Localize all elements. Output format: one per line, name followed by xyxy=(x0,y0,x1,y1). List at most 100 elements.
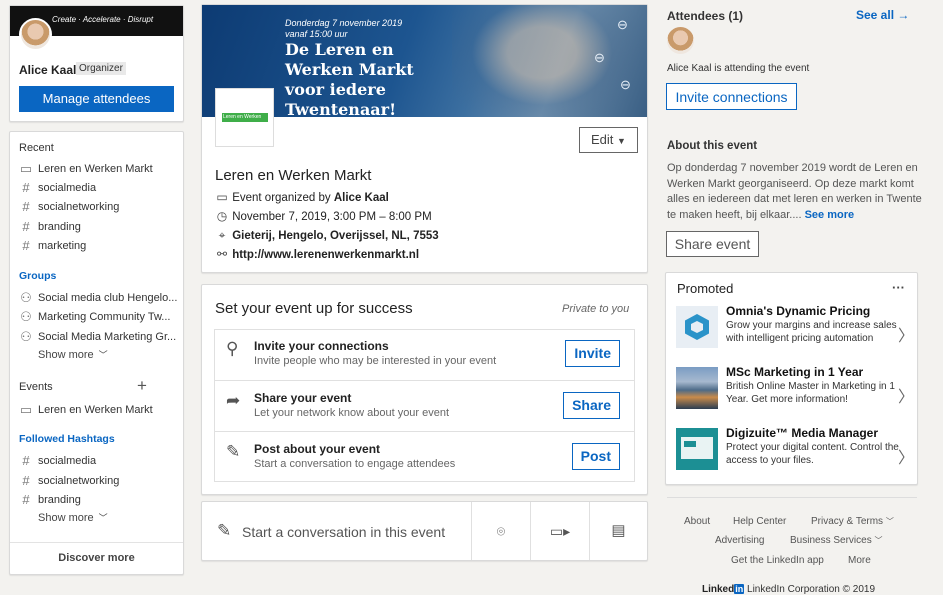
video-button[interactable]: ▭▸ xyxy=(530,502,589,560)
footer-about[interactable]: About xyxy=(684,516,710,527)
profile-name[interactable]: Alice Kaal xyxy=(19,63,76,77)
footer-help[interactable]: Help Center xyxy=(733,516,786,527)
linkedin-logo: Linkedin xyxy=(702,584,745,595)
document-icon: ▤ xyxy=(611,522,626,539)
more-options-icon[interactable]: ··· xyxy=(892,280,905,295)
recent-item[interactable]: # marketing xyxy=(19,238,86,253)
edit-label: Edit xyxy=(591,132,614,147)
show-more-groups[interactable]: Show more ﹀ xyxy=(38,348,108,361)
edit-icon: ✎ xyxy=(217,521,232,540)
footer-advertising[interactable]: Advertising xyxy=(715,535,764,546)
hashtag-item[interactable]: # branding xyxy=(19,492,81,507)
hashtags-heading[interactable]: Followed Hashtags xyxy=(19,433,115,445)
banner-headline-line: De Leren en xyxy=(285,40,394,59)
recent-item-label: socialnetworking xyxy=(38,200,120,213)
footer-more[interactable]: More xyxy=(848,555,871,566)
hashtag-item[interactable]: # socialnetworking xyxy=(19,473,119,488)
attending-text: Alice Kaal is attending the event xyxy=(667,63,810,74)
chevron-down-icon: ﹀ xyxy=(98,350,108,360)
task-subtitle: Invite people who may be interested in y… xyxy=(254,355,497,367)
hashtag-item-label: socialmedia xyxy=(38,454,97,467)
link-icon: ⚯ xyxy=(216,247,228,261)
share-button[interactable]: Share xyxy=(563,392,620,419)
group-icon: ⚇ xyxy=(20,309,32,324)
attendees-title: Attendees (1) xyxy=(667,9,744,23)
arrow-right-icon: → xyxy=(897,8,910,22)
composer-placeholder: Start a conversation in this event xyxy=(242,524,446,540)
avatar[interactable] xyxy=(19,18,52,51)
show-more-hashtags[interactable]: Show more ﹀ xyxy=(38,511,108,524)
chevron-down-icon: ﹀ xyxy=(98,513,108,523)
event-organizer-line: ▭ Event organized by Alice Kaal xyxy=(215,190,389,204)
event-location: Gieterij, Hengelo, Overijssel, NL, 7553 xyxy=(232,230,439,242)
share-event-button[interactable]: Share event xyxy=(666,231,759,257)
event-card: Donderdag 7 november 2019 vanaf 15:00 uu… xyxy=(201,4,648,273)
organizer-link[interactable]: Alice Kaal xyxy=(334,192,389,204)
promoted-card: Promoted ··· Omnia's Dynamic Pricing Gro… xyxy=(665,272,918,485)
clock-icon: ◷ xyxy=(216,209,228,223)
see-all-link[interactable]: See all → xyxy=(856,8,909,22)
add-person-icon: ⚲ xyxy=(226,339,239,358)
invite-button[interactable]: Invite xyxy=(565,340,620,367)
manage-attendees-button[interactable]: Manage attendees xyxy=(19,86,174,112)
attendee-avatar[interactable] xyxy=(667,27,694,54)
promo-desc: Grow your margins and increase sales wit… xyxy=(726,320,897,344)
digizuite-promo-image xyxy=(676,428,718,470)
hashtag-icon: # xyxy=(22,219,30,234)
chevron-down-icon: ﹀ xyxy=(885,517,894,526)
events-heading: Events xyxy=(19,381,53,393)
footer-privacy[interactable]: Privacy & Terms ﹀ xyxy=(811,516,894,527)
left-nav: Recent ▭ Leren en Werken Markt # socialmed… xyxy=(9,131,184,575)
privacy-note: Private to you xyxy=(562,303,630,315)
show-more-label: Show more xyxy=(38,348,94,361)
event-datetime: November 7, 2019, 3:00 PM – 8:00 PM xyxy=(232,211,432,223)
discover-more-button[interactable]: Discover more xyxy=(10,552,183,564)
digizuite-screen-bar xyxy=(684,441,696,447)
group-item[interactable]: ⚇ Social Media Marketing Gr... xyxy=(19,329,176,345)
document-button[interactable]: ▤ xyxy=(589,502,647,560)
invite-connections-button[interactable]: Invite connections xyxy=(666,83,797,110)
start-conversation-button[interactable]: ✎ Start a conversation in this event xyxy=(202,502,471,560)
setup-card: Set your event up for success Private to… xyxy=(201,284,648,495)
event-datetime-line: ◷ November 7, 2019, 3:00 PM – 8:00 PM xyxy=(215,209,432,223)
hashtag-icon: # xyxy=(22,473,30,488)
groups-heading[interactable]: Groups xyxy=(19,270,56,282)
event-url-line: ⚯ http://www.lerenenwerkenmarkt.nl xyxy=(215,247,419,261)
event-item[interactable]: ▭ Leren en Werken Markt xyxy=(19,402,153,418)
banner-date: Donderdag 7 november 2019 xyxy=(285,18,403,28)
edit-button[interactable]: Edit ▼ xyxy=(579,127,638,153)
group-item[interactable]: ⚇ Marketing Community Tw... xyxy=(19,309,170,325)
about-title: About this event xyxy=(667,140,758,152)
footer-copyright: Linkedin LinkedIn Corporation © 2019 xyxy=(702,584,875,595)
linkedin-in-icon: in xyxy=(734,584,745,594)
camera-button[interactable]: ⌾ xyxy=(471,502,530,560)
organized-prefix: Event organized by xyxy=(232,192,331,204)
post-task: ✎ Post about your event Start a conversa… xyxy=(214,431,634,482)
group-item-label: Social Media Marketing Gr... xyxy=(38,331,177,343)
task-subtitle: Let your network know about your event xyxy=(254,407,450,419)
event-item-label: Leren en Werken Markt xyxy=(38,404,153,416)
add-event-icon[interactable]: + xyxy=(137,376,147,396)
post-button[interactable]: Post xyxy=(571,443,620,470)
hashtag-item[interactable]: # socialmedia xyxy=(19,453,96,468)
group-icon: ⚇ xyxy=(20,329,32,344)
promo-title: Omnia's Dynamic Pricing xyxy=(726,304,871,318)
recent-item[interactable]: # socialnetworking xyxy=(19,199,119,214)
recent-item[interactable]: ▭ Leren en Werken Markt xyxy=(19,161,153,177)
group-item[interactable]: ⚇ Social media club Hengelo... xyxy=(19,290,177,306)
task-title: Post about your event xyxy=(254,442,381,456)
recent-item[interactable]: # socialmedia xyxy=(19,180,96,195)
share-task: ➦ Share your event Let your network know… xyxy=(214,380,634,431)
footer-app[interactable]: Get the LinkedIn app xyxy=(731,555,824,566)
hashtag-icon: # xyxy=(22,199,30,214)
see-more-link[interactable]: See more xyxy=(805,209,855,221)
chevron-down-icon: ﹀ xyxy=(874,536,883,545)
calendar-icon: ▭ xyxy=(19,402,33,417)
hashtag-item-label: branding xyxy=(38,493,81,506)
event-url[interactable]: http://www.lerenenwerkenmarkt.nl xyxy=(232,249,419,261)
event-logo: Leren en Werken xyxy=(215,88,274,147)
recent-item[interactable]: # branding xyxy=(19,219,80,234)
promo-desc: Protect your digital content. Control th… xyxy=(726,442,899,466)
recent-item-label: Leren en Werken Markt xyxy=(38,163,153,175)
footer-business[interactable]: Business Services ﹀ xyxy=(790,535,882,546)
